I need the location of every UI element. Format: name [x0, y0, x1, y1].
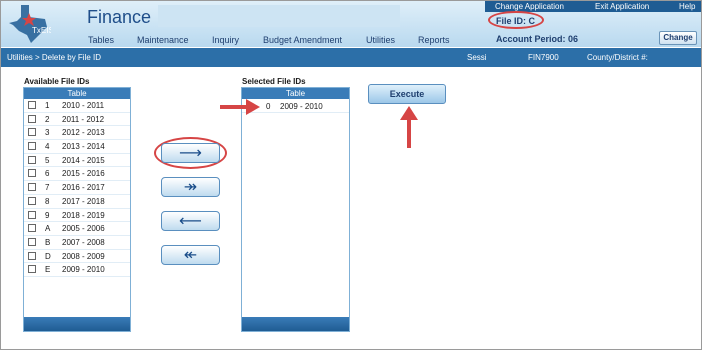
selected-title: Selected File IDs [242, 77, 306, 86]
list-item[interactable]: E 2009 - 2010 [24, 263, 130, 277]
file-id-years: 2014 - 2015 [62, 155, 105, 165]
list-item[interactable]: 4 2013 - 2014 [24, 140, 130, 154]
file-id-code: 3 [45, 128, 50, 138]
available-rows: 1 2010 - 2011 2 2011 - 2012 3 2012 - 2013 4 201… [24, 99, 130, 277]
row-checkbox[interactable] [28, 114, 36, 123]
nav-maintenance[interactable]: Maintenance [137, 35, 189, 45]
logo-text: TxEIS [32, 26, 51, 35]
list-item[interactable]: 7 2016 - 2017 [24, 181, 130, 195]
nav-inquiry[interactable]: Inquiry [212, 35, 239, 45]
file-id-code: 2 [45, 114, 50, 124]
file-id-years: 2007 - 2008 [62, 237, 105, 247]
list-item[interactable]: 1 2010 - 2011 [24, 99, 130, 113]
texas-logo-icon: TxEIS [9, 5, 51, 43]
list-item[interactable]: D 2008 - 2009 [24, 250, 130, 264]
nav-budget-amendment[interactable]: Budget Amendment [263, 35, 342, 45]
file-id-years: 2005 - 2006 [62, 224, 105, 234]
row-checkbox[interactable] [28, 101, 36, 109]
app-title: Finance [87, 7, 152, 27]
execute-button[interactable]: Execute [368, 84, 446, 104]
row-checkbox[interactable] [28, 169, 36, 178]
row-checkbox[interactable] [28, 251, 36, 260]
row-checkbox[interactable] [28, 224, 36, 233]
remove-all-button[interactable]: ↞ [161, 245, 220, 265]
list-item[interactable]: 5 2014 - 2015 [24, 154, 130, 168]
row-checkbox[interactable] [28, 142, 36, 151]
file-id-years: 2018 - 2019 [62, 210, 105, 220]
file-id-code: 8 [45, 196, 50, 206]
file-id-code: 5 [45, 155, 50, 165]
file-id-years: 2015 - 2016 [62, 169, 105, 179]
row-checkbox[interactable] [28, 128, 36, 137]
selected-list-footer [242, 317, 349, 331]
available-list: Table 1 2010 - 2011 2 2011 - 2012 3 2012 - 20… [23, 87, 131, 332]
up-arrow-icon [400, 106, 418, 148]
file-id-code: 6 [45, 169, 50, 179]
breadcrumb-bar: Utilities > Delete by File ID Sessi FIN7… [1, 48, 701, 67]
breadcrumb: Utilities > Delete by File ID [7, 53, 102, 62]
file-id-years: 2012 - 2013 [62, 128, 105, 138]
file-id-highlight [488, 11, 544, 29]
file-id-years: 2008 - 2009 [62, 251, 105, 261]
fin-code: FIN7900 [528, 53, 559, 62]
exit-application-link[interactable]: Exit Application [595, 2, 649, 11]
row-checkbox[interactable] [28, 265, 36, 274]
file-id-years: 2010 - 2011 [62, 101, 105, 110]
available-list-footer [24, 317, 130, 331]
file-id-code: B [45, 237, 51, 247]
list-item[interactable]: 2 2011 - 2012 [24, 113, 130, 127]
nav-reports[interactable]: Reports [418, 35, 450, 45]
pointer-arrow-icon [220, 99, 260, 115]
move-selected-button[interactable]: ⟶ [161, 143, 220, 163]
title-field [158, 5, 400, 27]
selected-list: Table 0 2009 - 2010 [241, 87, 350, 332]
list-item[interactable]: B 2007 - 2008 [24, 236, 130, 250]
nav-utilities[interactable]: Utilities [366, 35, 395, 45]
file-id-code: 0 [266, 102, 271, 111]
help-link[interactable]: Help [679, 2, 695, 11]
file-id-code: E [45, 265, 51, 275]
account-period-label: Account Period: 06 [496, 34, 579, 44]
file-id-years: 2016 - 2017 [62, 183, 105, 193]
available-column-header: Table [24, 88, 130, 99]
remove-selected-button[interactable]: ⟵ [161, 211, 220, 231]
file-id-code: A [45, 224, 51, 234]
list-item[interactable]: 8 2017 - 2018 [24, 195, 130, 209]
list-item[interactable]: 3 2012 - 2013 [24, 126, 130, 141]
available-title: Available File IDs [24, 77, 90, 86]
county-district-label: County/District #: [587, 53, 648, 62]
nav-tables[interactable]: Tables [88, 35, 114, 45]
file-id-code: D [45, 251, 51, 261]
file-id-years: 2013 - 2014 [62, 142, 105, 152]
file-id-years: 2009 - 2010 [280, 102, 323, 111]
file-id-years: 2009 - 2010 [62, 265, 105, 275]
file-id-code: 1 [45, 101, 50, 110]
file-id-code: 9 [45, 210, 50, 220]
move-all-button[interactable]: ↠ [161, 177, 220, 197]
app-header: TxEIS Finance Tables Maintenance Inquiry… [1, 1, 701, 47]
row-checkbox[interactable] [28, 196, 36, 205]
row-checkbox[interactable] [28, 237, 36, 246]
change-button[interactable]: Change [659, 31, 697, 45]
file-id-years: 2011 - 2012 [62, 114, 105, 124]
file-id-years: 2017 - 2018 [62, 196, 105, 206]
session-label: Sessi [467, 53, 487, 62]
list-item[interactable]: A 2005 - 2006 [24, 222, 130, 236]
row-checkbox[interactable] [28, 183, 36, 192]
row-checkbox[interactable] [28, 210, 36, 219]
file-id-code: 7 [45, 183, 50, 193]
list-item[interactable]: 9 2018 - 2019 [24, 209, 130, 223]
change-application-link[interactable]: Change Application [495, 2, 564, 11]
row-checkbox[interactable] [28, 155, 36, 164]
file-id-code: 4 [45, 142, 50, 152]
list-item[interactable]: 6 2015 - 2016 [24, 167, 130, 182]
